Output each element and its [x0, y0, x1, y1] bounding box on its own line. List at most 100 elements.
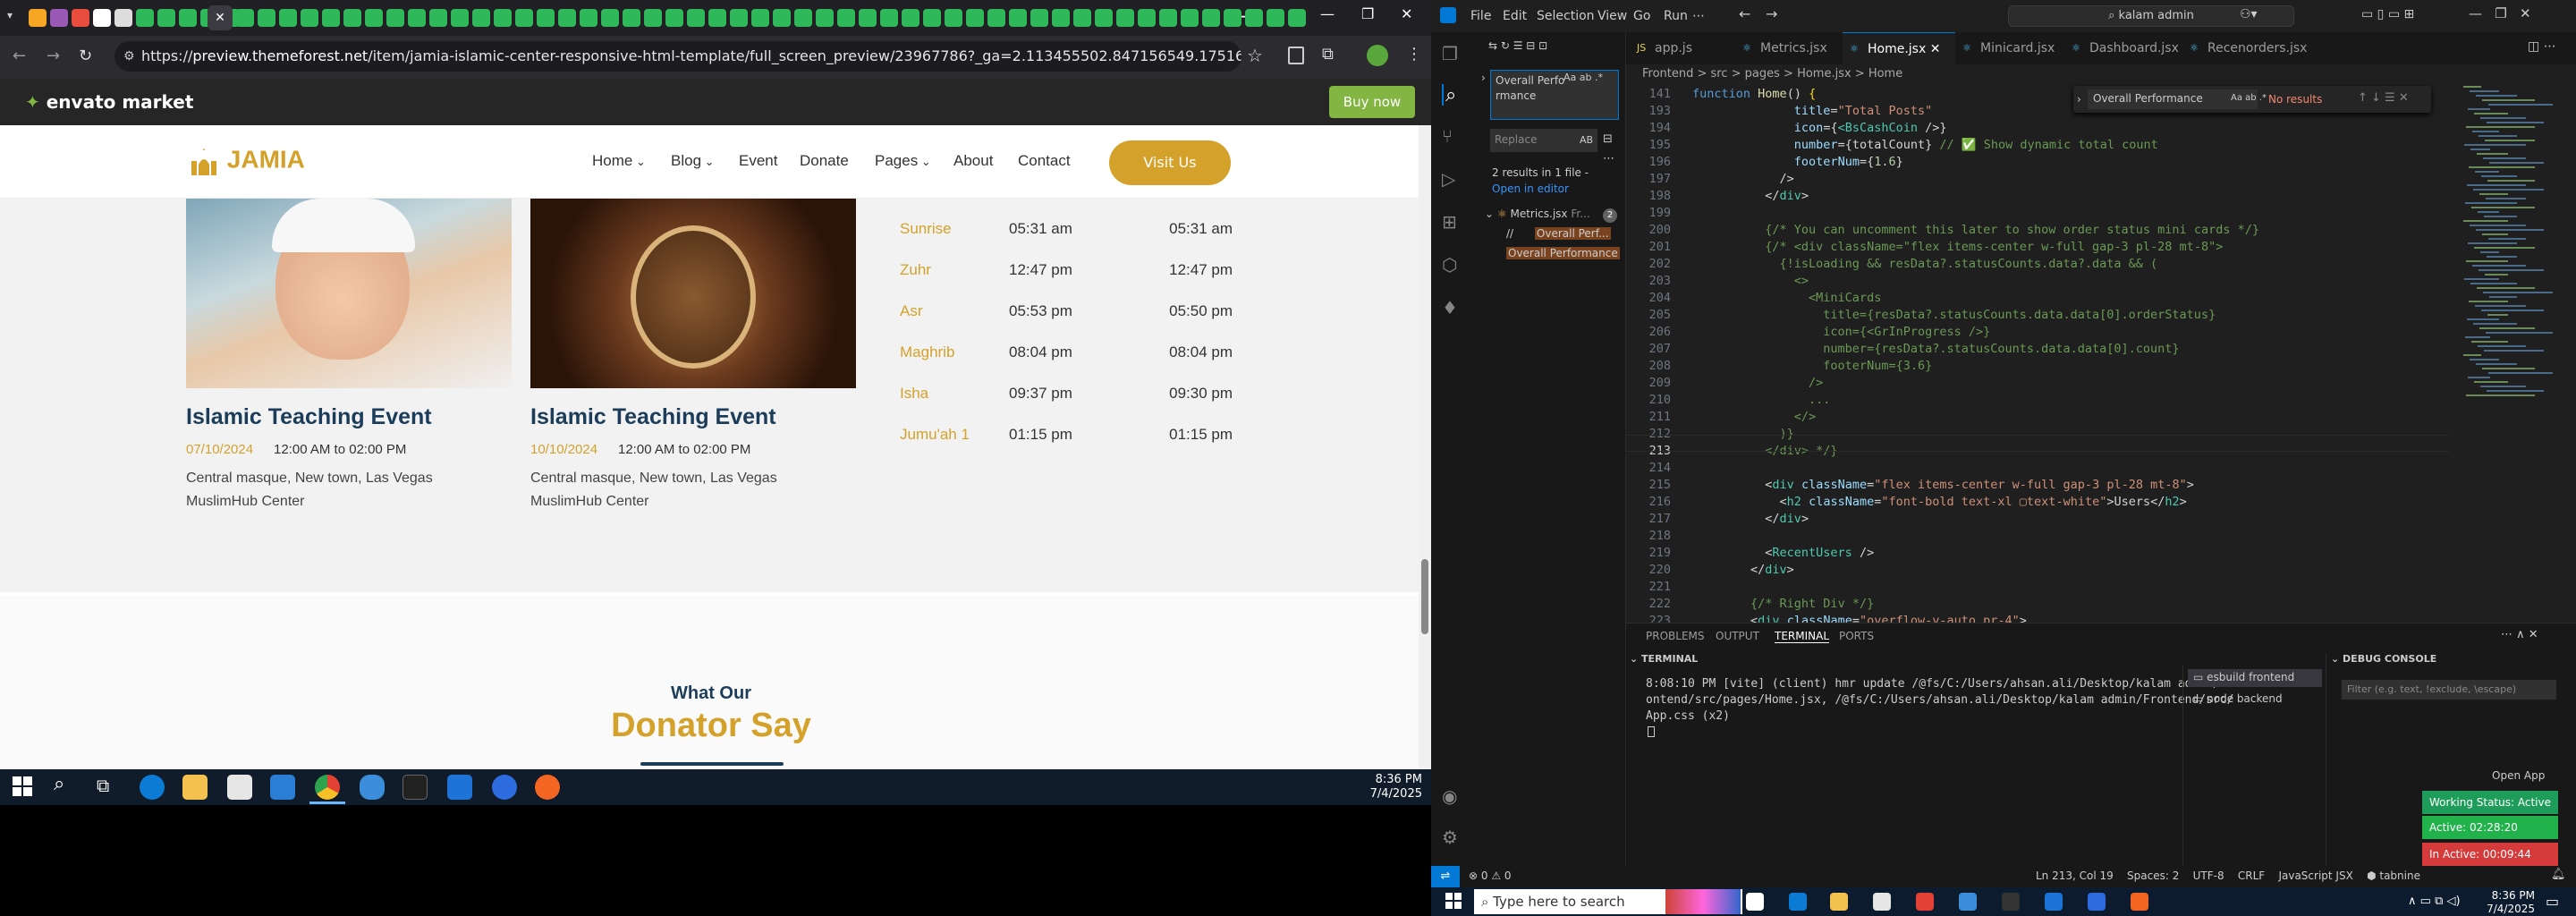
browser-tab[interactable] — [386, 9, 404, 27]
code-line[interactable]: 207 number={resData?.statusCounts.data.d… — [1626, 341, 2180, 358]
panel-tab-output[interactable]: OUTPUT — [1716, 630, 1759, 642]
browser-tab[interactable] — [343, 9, 361, 27]
page-scrollbar-thumb[interactable] — [1421, 559, 1428, 634]
forward-icon[interactable]: → — [47, 47, 60, 65]
zoom-icon[interactable] — [492, 775, 517, 800]
terminal-item-esbuild[interactable]: ▭ esbuild frontend — [2188, 669, 2322, 687]
copilot-icon[interactable]: ⚇▾ — [2240, 7, 2258, 21]
status-right[interactable]: Ln 213, Col 19 Spaces: 2 UTF-8 CRLF Java… — [2036, 869, 2420, 882]
editor-tab[interactable]: ⚛ Dashboard.jsx — [2064, 32, 2182, 64]
open-in-editor-link[interactable]: Open in editor — [1492, 182, 1569, 195]
browser-tab[interactable] — [580, 9, 597, 27]
close-tab-button[interactable]: ✕ — [208, 5, 233, 30]
edge-icon[interactable] — [1789, 893, 1807, 911]
browser-tab[interactable] — [1202, 9, 1220, 27]
browser-tab[interactable] — [179, 9, 197, 27]
code-line[interactable]: 141 function Home() { — [1626, 86, 1817, 103]
taskbar-clock-right[interactable]: 8:36 PM 7/4/2025 — [2478, 889, 2535, 916]
event-image-lantern[interactable] — [530, 199, 856, 388]
menu-file[interactable]: File — [1470, 9, 1491, 23]
browser-tab[interactable] — [558, 9, 576, 27]
vscode-blue-icon[interactable] — [1959, 893, 1977, 911]
panel-tab-ports[interactable]: PORTS — [1839, 630, 1874, 642]
file-explorer-icon[interactable] — [1830, 893, 1848, 911]
code-line[interactable]: 217 </div> — [1626, 511, 1809, 528]
browser-tab[interactable] — [93, 9, 111, 27]
visit-us-button[interactable]: Visit Us — [1109, 140, 1231, 185]
browser-tab[interactable] — [537, 9, 555, 27]
browser-tab[interactable] — [1095, 9, 1113, 27]
nav-forward-icon[interactable]: → — [1766, 5, 1777, 22]
menu-edit[interactable]: Edit — [1503, 9, 1527, 23]
mongodb-icon[interactable]: ♦ — [1442, 297, 1463, 318]
code-line[interactable]: 214 — [1626, 460, 1692, 477]
chevron-down-icon[interactable]: ▾ — [7, 9, 20, 21]
browser-tab[interactable] — [987, 9, 1005, 27]
code-line[interactable]: 211 </> — [1626, 409, 1817, 426]
toggle-replace-icon[interactable]: › — [2077, 93, 2081, 106]
browser-tab[interactable] — [1073, 9, 1091, 27]
browser-tab[interactable] — [816, 9, 834, 27]
browser-tab[interactable] — [1245, 9, 1263, 27]
terminal-icon[interactable] — [2002, 893, 2020, 911]
vscode-icon[interactable] — [447, 775, 472, 800]
edge-icon[interactable] — [140, 775, 165, 800]
code-line[interactable]: 196 footerNum={1.6} — [1626, 154, 1903, 171]
find-nav-icons[interactable]: ↑ ↓ ☰ ✕ — [2358, 91, 2409, 105]
explorer-icon[interactable]: ❐ — [1442, 43, 1463, 64]
browser-tab[interactable] — [687, 9, 705, 27]
terminal-icon[interactable] — [402, 775, 428, 800]
browser-tab[interactable] — [72, 9, 89, 27]
layout-icons[interactable]: ▭ ▯ ▭ ⊞ — [2361, 7, 2414, 21]
back-icon[interactable]: ← — [13, 47, 26, 65]
code-line[interactable]: 204 <MiniCards — [1626, 290, 1882, 307]
browser-tab[interactable] — [751, 9, 769, 27]
source-control-icon[interactable]: ⑂ — [1442, 125, 1463, 147]
browser-tab[interactable] — [1116, 9, 1134, 27]
window-controls[interactable]: — ❐ ✕ — [2469, 5, 2531, 21]
code-line[interactable]: 199 — [1626, 205, 1692, 222]
browser-tab[interactable] — [923, 9, 941, 27]
envato-logo[interactable]: ✦ envato market — [25, 91, 193, 113]
browser-tab[interactable] — [1224, 9, 1241, 27]
code-line[interactable]: 206 icon={<GrInProgress />} — [1626, 324, 1991, 341]
browser-tab[interactable] — [945, 9, 962, 27]
remote-explorer-icon[interactable]: ⬡ — [1442, 254, 1463, 276]
chrome-icon[interactable] — [315, 775, 340, 800]
browser-tab[interactable] — [902, 9, 919, 27]
event-title[interactable]: Islamic Teaching Event — [186, 404, 432, 430]
browser-tab[interactable] — [1009, 9, 1027, 27]
minimize-button[interactable]: — — [1320, 5, 1335, 22]
browser-tab[interactable] — [157, 9, 175, 27]
reload-icon[interactable]: ↻ — [79, 47, 92, 65]
buy-now-button[interactable]: Buy now — [1329, 86, 1415, 118]
nav-link-donate[interactable]: Donate — [800, 152, 849, 170]
browser-tab[interactable] — [665, 9, 683, 27]
notifications-icon[interactable]: ▭ — [2546, 893, 2559, 910]
browser-tab[interactable] — [301, 9, 318, 27]
browser-tab[interactable] — [730, 9, 748, 27]
code-line[interactable]: 194 icon={<BsCashCoin />} — [1626, 120, 1947, 137]
remote-indicator-icon[interactable]: ⇌ — [1431, 866, 1460, 887]
editor-tab[interactable]: ⚛ Home.jsx ✕ — [1843, 32, 1955, 64]
nav-link-contact[interactable]: Contact — [1018, 152, 1071, 170]
site-logo[interactable]: JAMIA — [188, 145, 305, 177]
profile-avatar[interactable] — [1367, 45, 1388, 66]
browser-tab[interactable] — [601, 9, 619, 27]
run-debug-icon[interactable]: ▷ — [1442, 168, 1463, 190]
code-line[interactable]: 209 /> — [1626, 375, 1824, 392]
page-scrollbar[interactable] — [1419, 125, 1431, 769]
account-icon[interactable]: ◉ — [1442, 785, 1463, 807]
extensions-icon[interactable]: ⊞ — [1442, 211, 1463, 233]
breadcrumb[interactable]: Frontend > src > pages > Home.jsx > Home — [1642, 64, 1902, 84]
editor-tab[interactable]: ⚛ Metrics.jsx — [1735, 32, 1843, 64]
browser-tab[interactable] — [429, 9, 447, 27]
browser-tab[interactable] — [365, 9, 383, 27]
browser-tab[interactable] — [451, 9, 469, 27]
postman-icon[interactable] — [2131, 893, 2148, 911]
browser-tab[interactable] — [29, 9, 47, 27]
file-explorer-icon[interactable] — [182, 775, 208, 800]
preserve-case-icon[interactable]: AB — [1580, 134, 1593, 146]
vscode-icon[interactable] — [2045, 893, 2063, 911]
browser-tab[interactable] — [794, 9, 812, 27]
